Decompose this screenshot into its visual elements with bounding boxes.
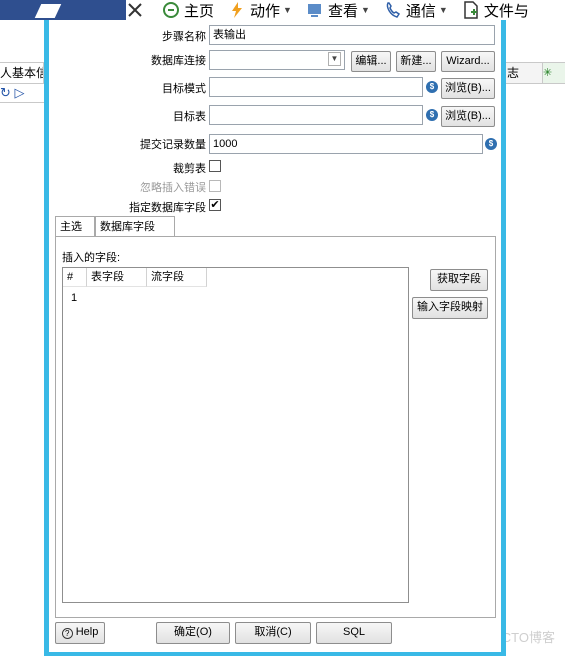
fields-table[interactable]: # 表字段 流字段 1 — [62, 267, 409, 603]
target-table-label: 目标表 — [173, 111, 206, 123]
menu-action-label: 动作 — [250, 2, 281, 20]
commit-size-field[interactable]: 1000 — [209, 134, 483, 154]
inserted-fields-label: 插入的字段: — [62, 252, 121, 264]
app-title-strip — [0, 0, 130, 20]
menu-file[interactable]: 文件与 — [462, 0, 529, 21]
menu-home-label: 主页 — [184, 2, 215, 20]
chevron-down-icon: ▼ — [283, 5, 292, 15]
target-schema-field[interactable] — [209, 77, 423, 97]
wizard-button[interactable]: Wizard... — [441, 51, 495, 72]
column-header-table-field[interactable]: 表字段 — [87, 268, 147, 287]
dialog-body: 步骤名称 表输出 数据库连接 ▼ 编辑... 新建... Wizard... 目… — [49, 20, 501, 652]
menu-action[interactable]: 动作 ▼ — [228, 0, 292, 21]
bg-tab-transform[interactable]: ✳ — [543, 63, 565, 83]
options-tabs: 主选项 数据库字段 插入的字段: # 表字段 流字段 1 获取字段 输入字段映射 — [55, 216, 496, 623]
variable-icon: $ — [426, 81, 438, 93]
cancel-button[interactable]: 取消(C) — [235, 622, 311, 644]
menu-home[interactable]: 主页 — [162, 0, 214, 21]
table-row-index[interactable]: 1 — [71, 292, 77, 304]
browse-schema-button[interactable]: 浏览(B)... — [441, 78, 495, 99]
new-connection-button[interactable]: 新建... — [396, 51, 436, 72]
bg-divider — [0, 102, 44, 103]
ok-button[interactable]: 确定(O) — [156, 622, 230, 644]
refresh-icon[interactable]: ↻ — [0, 85, 11, 100]
specify-fields-checkbox[interactable]: ✔ — [209, 199, 221, 211]
menu-file-label: 文件与 — [483, 2, 529, 20]
target-table-field[interactable] — [209, 105, 423, 125]
table-output-dialog: 步骤名称 表输出 数据库连接 ▼ 编辑... 新建... Wizard... 目… — [44, 20, 506, 656]
column-header-index: # — [63, 268, 87, 287]
column-header-stream-field[interactable]: 流字段 — [147, 268, 207, 287]
edit-connection-button[interactable]: 编辑... — [351, 51, 391, 72]
help-button[interactable]: ? Help — [55, 622, 105, 644]
browse-table-button[interactable]: 浏览(B)... — [441, 106, 495, 127]
database-fields-panel: 插入的字段: # 表字段 流字段 1 获取字段 输入字段映射 — [55, 236, 496, 618]
phone-icon — [384, 1, 402, 19]
get-fields-button[interactable]: 获取字段 — [430, 269, 488, 291]
view-icon — [306, 1, 324, 19]
chevron-down-icon: ▼ — [360, 5, 370, 15]
step-name-field[interactable]: 表输出 — [209, 25, 495, 45]
truncate-table-checkbox[interactable] — [209, 160, 221, 172]
menu-comm[interactable]: 通信 ▼ — [384, 0, 448, 21]
db-connection-label: 数据库连接 — [151, 55, 206, 67]
db-connection-select[interactable] — [209, 50, 345, 70]
sql-button[interactable]: SQL — [316, 622, 392, 644]
file-icon — [462, 1, 480, 19]
chevron-down-icon[interactable]: ▼ — [328, 52, 341, 66]
tab-database-fields[interactable]: 数据库字段 — [95, 216, 175, 236]
help-button-label: Help — [75, 626, 99, 638]
lightning-icon — [228, 1, 246, 19]
help-icon: ? — [61, 628, 73, 639]
variable-icon: $ — [485, 138, 497, 150]
close-icon — [126, 1, 144, 19]
step-name-label: 步骤名称 — [162, 31, 206, 43]
ignore-errors-label: 忽略插入错误 — [140, 182, 206, 194]
target-schema-label: 目标模式 — [162, 83, 206, 95]
tab-main-options[interactable]: 主选项 — [55, 216, 95, 253]
bg-tab-log[interactable]: 志 — [503, 63, 543, 83]
menu-close[interactable] — [126, 1, 148, 19]
app-menu-bar: 主页 动作 ▼ 查看 ▼ 通信 ▼ 文件与 — [126, 0, 543, 20]
menu-view-label: 查看 — [327, 2, 358, 20]
dialog-footer: ? Help 确定(O) 取消(C) SQL — [55, 622, 496, 646]
commit-size-label: 提交记录数量 — [140, 139, 206, 151]
variable-icon: $ — [426, 109, 438, 121]
enter-field-mapping-button[interactable]: 输入字段映射 — [412, 297, 488, 319]
ignore-errors-checkbox[interactable] — [209, 180, 221, 192]
menu-comm-label: 通信 — [405, 2, 436, 20]
checkmark-icon: ✔ — [210, 199, 220, 211]
specify-fields-label: 指定数据库字段 — [129, 202, 206, 214]
bg-run-controls: ↻ ▷ — [0, 84, 44, 102]
home-icon — [162, 1, 180, 19]
menu-view[interactable]: 查看 ▼ — [306, 0, 370, 21]
transform-icon: ✳ — [543, 67, 553, 79]
chevron-down-icon: ▼ — [438, 5, 448, 15]
play-icon[interactable]: ▷ — [15, 85, 25, 100]
truncate-table-label: 裁剪表 — [173, 163, 206, 175]
bg-tab-basic-info[interactable]: 人基本信息 — [0, 63, 44, 83]
